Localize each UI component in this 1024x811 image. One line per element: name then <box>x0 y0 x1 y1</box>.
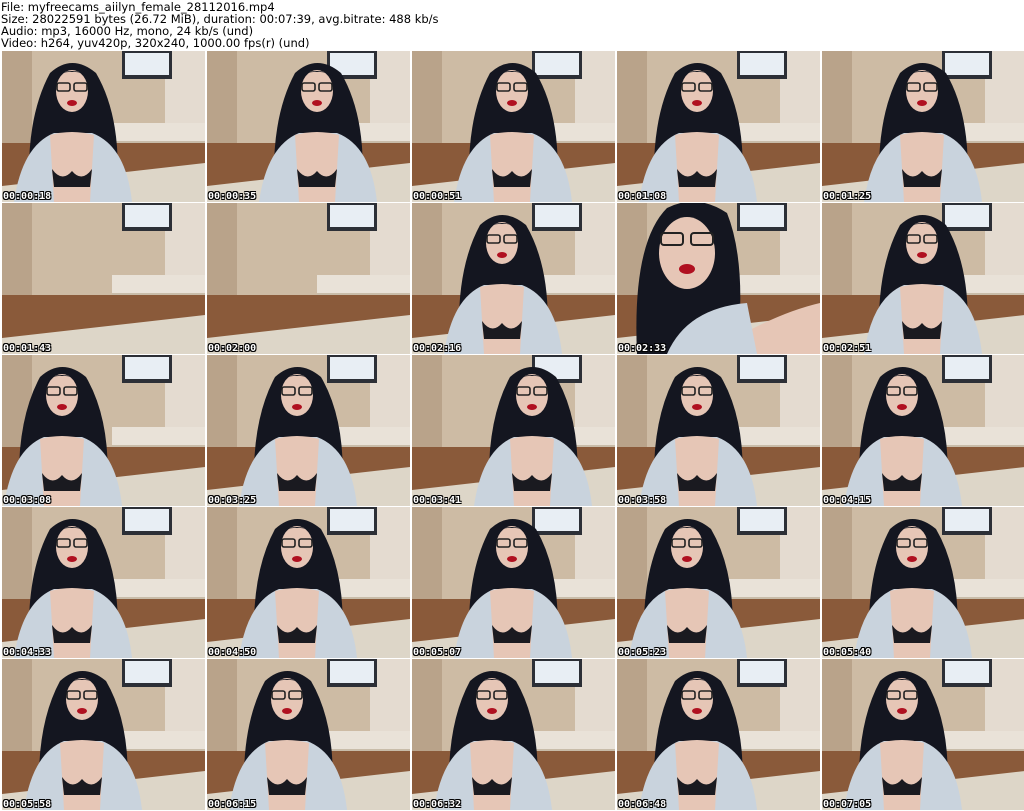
thumbnail-timestamp: 00:05:07 <box>413 647 462 658</box>
thumbnail-image <box>2 51 205 202</box>
thumbnail-image <box>207 51 410 202</box>
thumbnail-timestamp: 00:03:08 <box>3 495 52 506</box>
thumbnail-frame: 00:01:08 <box>617 51 820 202</box>
video-info-line: Video: h264, yuv420p, 320x240, 1000.00 f… <box>1 36 310 50</box>
thumbnail-image <box>2 507 205 658</box>
thumbnail-image <box>822 507 1024 658</box>
thumbnail-image <box>2 203 205 354</box>
thumbnail-frame: 00:06:15 <box>207 659 410 810</box>
thumbnail-image <box>822 51 1024 202</box>
thumbnail-timestamp: 00:01:25 <box>823 191 872 202</box>
thumbnail-image <box>207 203 410 354</box>
thumbnail-frame: 00:03:08 <box>2 355 205 506</box>
thumbnail-frame: 00:04:15 <box>822 355 1024 506</box>
thumbnail-image <box>207 659 410 810</box>
thumbnail-frame: 00:00:51 <box>412 51 615 202</box>
thumbnail-timestamp: 00:02:16 <box>413 343 462 354</box>
thumbnail-frame: 00:00:35 <box>207 51 410 202</box>
thumbnail-image <box>822 659 1024 810</box>
thumbnail-timestamp: 00:04:50 <box>208 647 257 658</box>
thumbnail-frame: 00:01:43 <box>2 203 205 354</box>
thumbnail-frame: 00:03:41 <box>412 355 615 506</box>
thumbnail-frame: 00:05:40 <box>822 507 1024 658</box>
thumbnail-timestamp: 00:07:05 <box>823 799 872 810</box>
thumbnail-timestamp: 00:03:25 <box>208 495 257 506</box>
thumbnail-frame: 00:01:25 <box>822 51 1024 202</box>
thumbnail-image <box>207 507 410 658</box>
thumbnail-timestamp: 00:02:51 <box>823 343 872 354</box>
thumbnail-frame: 00:02:16 <box>412 203 615 354</box>
thumbnail-timestamp: 00:03:41 <box>413 495 462 506</box>
thumbnail-timestamp: 00:01:43 <box>3 343 52 354</box>
thumbnail-image <box>617 355 820 506</box>
thumbnail-timestamp: 00:00:35 <box>208 191 257 202</box>
thumbnail-timestamp: 00:04:33 <box>3 647 52 658</box>
thumbnail-frame: 00:00:18 <box>2 51 205 202</box>
thumbnail-frame: 00:02:33 <box>617 203 820 354</box>
thumbnail-timestamp: 00:02:33 <box>618 343 667 354</box>
thumbnail-timestamp: 00:06:15 <box>208 799 257 810</box>
thumbnail-image <box>617 659 820 810</box>
thumbnail-image <box>207 355 410 506</box>
thumbnail-frame: 00:04:33 <box>2 507 205 658</box>
thumbnail-timestamp: 00:04:15 <box>823 495 872 506</box>
thumbnail-timestamp: 00:06:32 <box>413 799 462 810</box>
thumbnail-image <box>412 51 615 202</box>
thumbnail-image <box>412 355 615 506</box>
thumbnail-frame: 00:02:00 <box>207 203 410 354</box>
thumbnail-timestamp: 00:03:58 <box>618 495 667 506</box>
thumbnail-frame: 00:03:58 <box>617 355 820 506</box>
thumbnail-frame: 00:05:23 <box>617 507 820 658</box>
thumbnail-timestamp: 00:05:58 <box>3 799 52 810</box>
thumbnail-frame: 00:05:07 <box>412 507 615 658</box>
thumbnail-image <box>617 507 820 658</box>
thumbnail-timestamp: 00:02:00 <box>208 343 257 354</box>
thumbnail-timestamp: 00:00:18 <box>3 191 52 202</box>
thumbnail-frame: 00:02:51 <box>822 203 1024 354</box>
thumbnail-image <box>822 355 1024 506</box>
thumbnail-timestamp: 00:05:23 <box>618 647 667 658</box>
thumbnail-frame: 00:07:05 <box>822 659 1024 810</box>
thumbnail-image <box>412 659 615 810</box>
thumbnail-timestamp: 00:01:08 <box>618 191 667 202</box>
file-info-header: File: myfreecams_aiilyn_female_28112016.… <box>1 1 1001 49</box>
thumbnail-image <box>2 355 205 506</box>
thumbnail-frame: 00:06:32 <box>412 659 615 810</box>
thumbnail-frame: 00:06:48 <box>617 659 820 810</box>
thumbnail-image <box>412 507 615 658</box>
thumbnail-grid: 00:00:18 00:00:35 00:00:51 00:01:08 00:0… <box>2 51 1024 811</box>
thumbnail-frame: 00:04:50 <box>207 507 410 658</box>
thumbnail-image <box>617 51 820 202</box>
thumbnail-timestamp: 00:05:40 <box>823 647 872 658</box>
thumbnail-image <box>2 659 205 810</box>
thumbnail-image <box>412 203 615 354</box>
thumbnail-frame: 00:05:58 <box>2 659 205 810</box>
thumbnail-image <box>617 203 820 354</box>
thumbnail-image <box>822 203 1024 354</box>
thumbnail-frame: 00:03:25 <box>207 355 410 506</box>
thumbnail-timestamp: 00:06:48 <box>618 799 667 810</box>
thumbnail-timestamp: 00:00:51 <box>413 191 462 202</box>
